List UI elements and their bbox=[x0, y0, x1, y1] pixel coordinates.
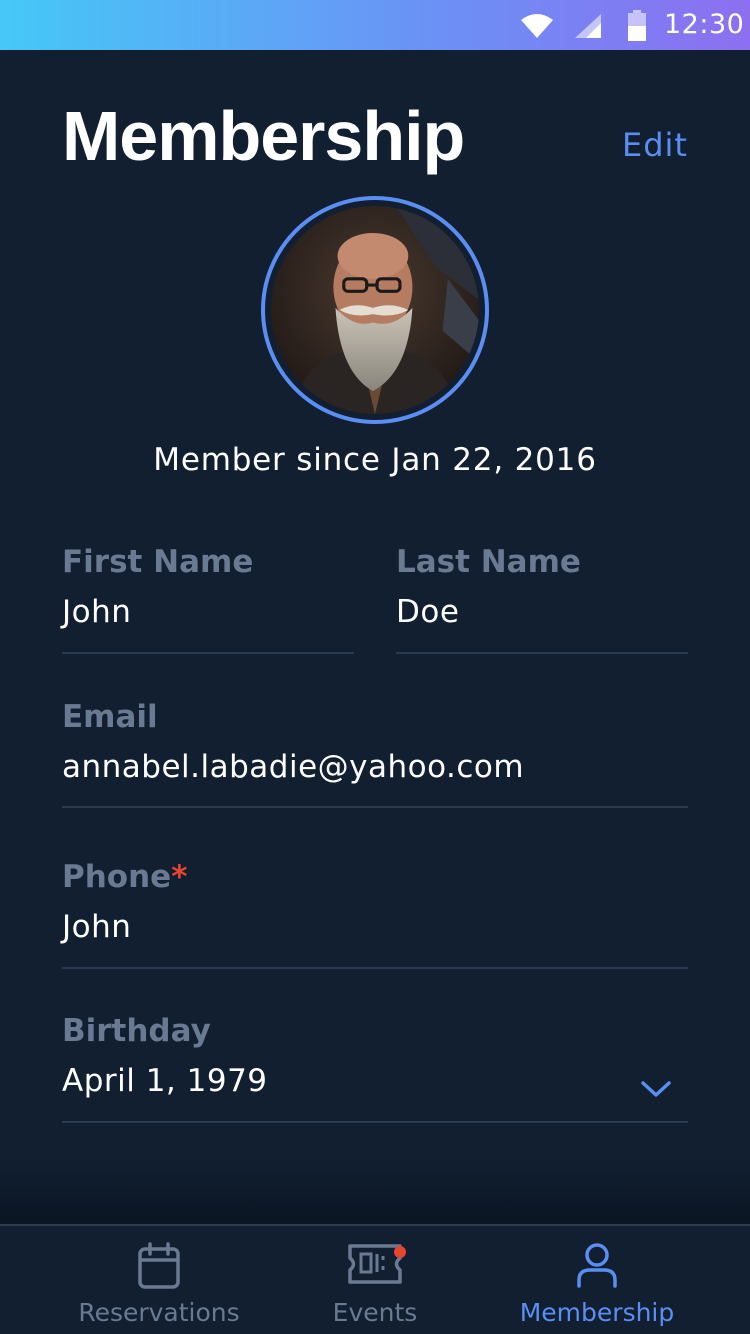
required-marker: * bbox=[171, 859, 188, 895]
last-name-field[interactable]: Last Name Doe bbox=[396, 544, 688, 654]
first-name-label: First Name bbox=[62, 544, 254, 580]
scroll-fade bbox=[0, 1160, 750, 1224]
nav-label-reservations: Reservations bbox=[78, 1298, 240, 1327]
chevron-down-icon[interactable] bbox=[640, 1079, 672, 1104]
avatar[interactable] bbox=[261, 196, 489, 424]
notification-dot bbox=[394, 1246, 406, 1258]
last-name-label: Last Name bbox=[396, 544, 581, 580]
first-name-value[interactable]: John bbox=[62, 594, 354, 630]
phone-field[interactable]: Phone* John bbox=[62, 859, 688, 969]
nav-label-events: Events bbox=[332, 1298, 418, 1327]
first-name-field[interactable]: First Name John bbox=[62, 544, 354, 654]
status-bar: 12:30 bbox=[0, 0, 750, 50]
birthday-label: Birthday bbox=[62, 1013, 211, 1049]
page-title: Membership bbox=[62, 97, 465, 175]
nav-item-events[interactable]: Events bbox=[250, 1226, 500, 1334]
profile-photo bbox=[271, 206, 479, 414]
nav-item-reservations[interactable]: Reservations bbox=[34, 1226, 284, 1334]
battery-icon bbox=[626, 10, 648, 47]
birthday-field[interactable]: Birthday April 1, 1979 bbox=[62, 1013, 688, 1123]
bottom-nav: Reservations Events Membership bbox=[0, 1224, 750, 1334]
membership-screen: 12:30 Membership Edit Member since Jan 2… bbox=[0, 0, 750, 1334]
birthday-value[interactable]: April 1, 1979 bbox=[62, 1063, 688, 1099]
signal-icon bbox=[574, 13, 602, 44]
email-field[interactable]: Email annabel.labadie@yahoo.com bbox=[62, 699, 688, 808]
phone-label-row: Phone* bbox=[62, 859, 688, 895]
member-since-text: Member since Jan 22, 2016 bbox=[153, 442, 597, 478]
calendar-icon bbox=[137, 1242, 181, 1295]
nav-label-membership: Membership bbox=[519, 1298, 675, 1327]
nav-item-membership[interactable]: Membership bbox=[472, 1226, 722, 1334]
email-label: Email bbox=[62, 699, 158, 735]
phone-label: Phone bbox=[62, 859, 172, 895]
user-icon bbox=[576, 1242, 618, 1293]
email-value[interactable]: annabel.labadie@yahoo.com bbox=[62, 749, 688, 785]
wifi-icon bbox=[520, 12, 554, 43]
phone-value[interactable]: John bbox=[62, 909, 688, 945]
last-name-value[interactable]: Doe bbox=[396, 594, 688, 630]
status-time: 12:30 bbox=[664, 9, 745, 40]
edit-button[interactable]: Edit bbox=[622, 126, 688, 164]
